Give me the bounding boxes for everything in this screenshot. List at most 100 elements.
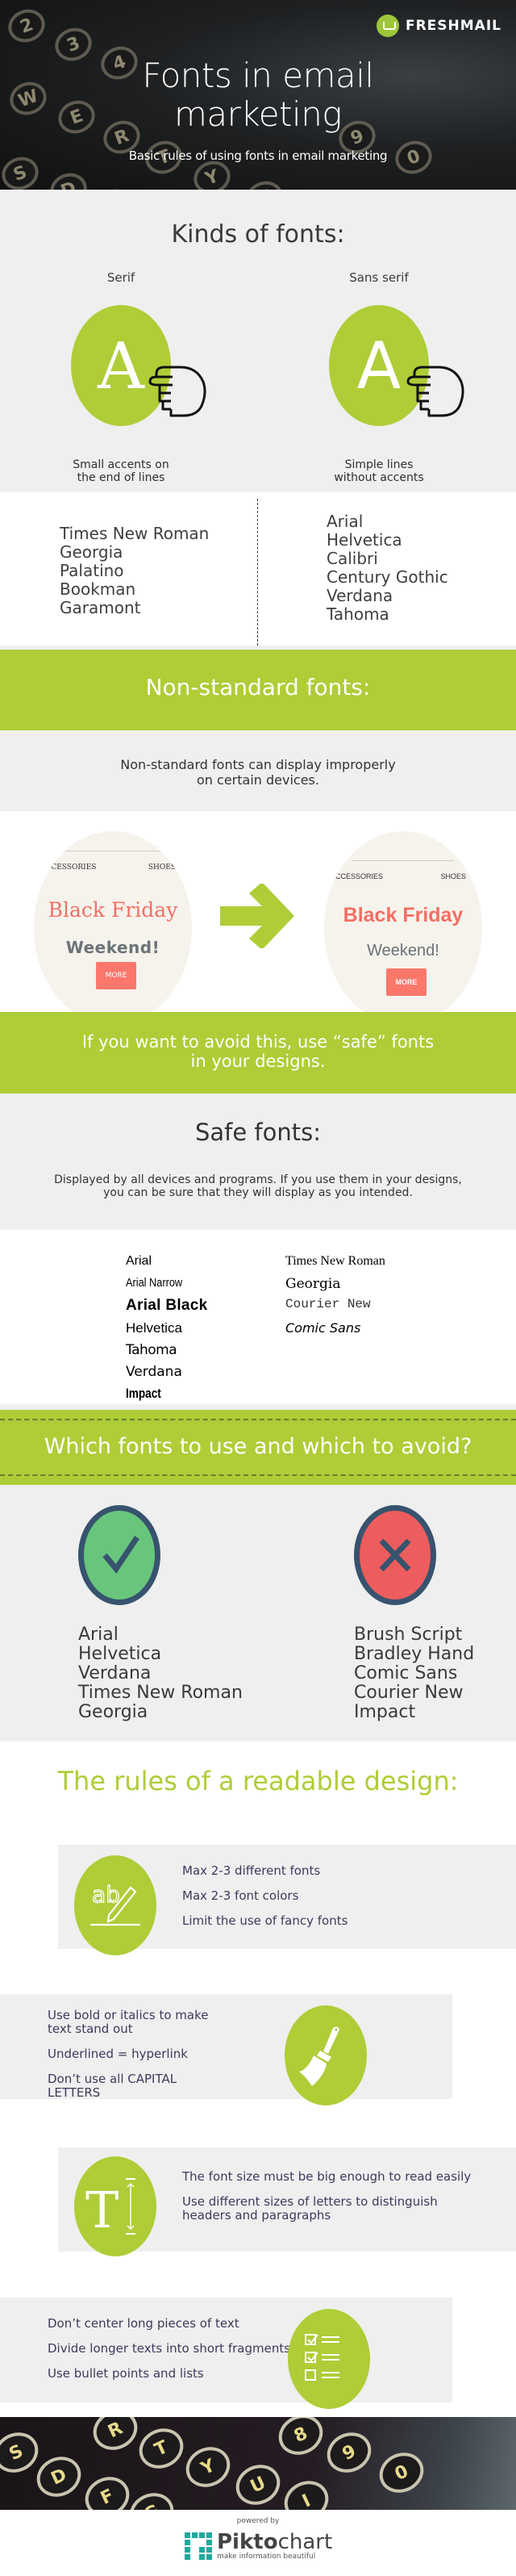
piktochart-grid-icon — [185, 2532, 212, 2560]
non-standard-banner: Non-standard fonts: — [0, 650, 516, 730]
list-item: Comic Sans — [354, 1663, 458, 1683]
divider-strip — [0, 1404, 516, 1410]
nav-shoes: SHOES — [148, 864, 176, 872]
safe-render-example: ACCESSORIES SHOES Black Friday Weekend! M… — [324, 831, 482, 1025]
piktochart-logo[interactable]: Piktochart make information beautiful — [185, 2532, 332, 2561]
pen-writing-icon: ab — [74, 1855, 156, 1955]
title-line-1: Fonts in email — [142, 56, 374, 95]
kind-desc-line: Small accents on — [73, 458, 169, 471]
checkmark-icon — [78, 1505, 160, 1605]
section-title: The rules of a readable design: — [57, 1766, 459, 1796]
rule-line: Underlined = hyperlink — [48, 2047, 188, 2061]
which-fonts-banner: Which fonts to use and which to avoid? — [0, 1410, 516, 1485]
safe-font-impact: Impact — [126, 1386, 161, 1401]
description-line: you can be sure that they will display a… — [103, 1186, 413, 1199]
typewriter-key: 2 — [3, 4, 50, 48]
subline: Weekend! — [367, 942, 439, 960]
typewriter-key: G — [123, 2486, 181, 2510]
page-title: Fonts in email marketing — [0, 56, 516, 134]
dashed-divider — [257, 499, 258, 646]
use-avoid-section: Arial Helvetica Verdana Times New Roman … — [0, 1485, 516, 1742]
rule-box: ab Max 2-3 different fonts Max 2-3 font … — [58, 1845, 516, 1955]
piktochart-wordmark: Piktochart — [217, 2532, 332, 2553]
list-item: Bookman — [60, 579, 136, 599]
list-item: Palatino — [60, 561, 124, 580]
section-title: Non-standard fonts: — [145, 674, 371, 700]
list-item: Helvetica — [327, 530, 402, 550]
nav-accessories: ACCESSORIES — [331, 872, 384, 880]
kind-label: Serif — [106, 270, 135, 285]
freshmail-logo[interactable]: FRESHMAIL — [376, 15, 501, 37]
rule-line: Use bullet points and lists — [48, 2366, 204, 2381]
kind-desc-line: Simple lines — [344, 458, 414, 471]
serif-kind: Serif A Small accents on the end of line… — [40, 270, 206, 484]
description-line: Displayed by all devices and programs. I… — [54, 1173, 462, 1186]
safe-font-arial-black: Arial Black — [126, 1297, 208, 1314]
list-item: Impact — [354, 1702, 416, 1722]
rule-box: Don’t center long pieces of text Divide … — [0, 2298, 452, 2409]
safe-font-georgia: Georgia — [285, 1276, 341, 1292]
list-item: Georgia — [78, 1702, 148, 1722]
typewriter-key: U — [241, 176, 288, 190]
checklist-icon — [288, 2309, 370, 2409]
paintbrush-icon — [285, 2005, 367, 2106]
safe-fonts-list: Arial Arial Narrow Arial Black Helvetica… — [0, 1230, 516, 1404]
nav-shoes: SHOES — [440, 872, 466, 880]
rule-line: Don’t center long pieces of text — [48, 2316, 239, 2331]
kind-label: Sans serif — [349, 270, 409, 285]
piktochart-tagline: make information beautiful — [217, 2553, 316, 2561]
rule-line: Limit the use of fancy fonts — [182, 1913, 348, 1928]
more-button[interactable]: MORE — [386, 968, 427, 996]
rendering-comparison: ACCESSORIES SHOES Black Friday Weekend! M… — [0, 811, 516, 1025]
typewriter-key: Y — [179, 2440, 237, 2494]
section-title: Which fonts to use and which to avoid? — [44, 1434, 472, 1459]
typewriter-key: T — [132, 2421, 190, 2476]
headline: Black Friday — [343, 904, 464, 926]
non-standard-description: Non-standard fonts can display improperl… — [0, 730, 516, 811]
typewriter-key: D — [30, 2449, 88, 2504]
envelope-icon — [376, 15, 399, 37]
serif-font-list: Times New Roman Georgia Palatino Bookman… — [60, 525, 209, 617]
pointing-hand-icon — [148, 366, 206, 417]
typewriter-key: U — [229, 2457, 287, 2510]
pointing-hand-icon — [406, 366, 464, 417]
rule-line: The font size must be big enough to read… — [182, 2169, 472, 2184]
list-item: Bradley Hand — [354, 1644, 475, 1664]
page-subtitle: Basic rules of using fonts in email mark… — [128, 148, 388, 163]
more-button[interactable]: MORE — [96, 962, 136, 989]
svg-text:T: T — [85, 2181, 119, 2239]
list-item: Courier New — [354, 1683, 464, 1703]
list-item: Arial — [327, 512, 364, 531]
safe-font-arial: Arial — [126, 1254, 152, 1268]
safe-font-arial-narrow: Arial Narrow — [126, 1276, 183, 1290]
sans-serif-kind: Sans serif A Simple lines without accent… — [298, 270, 464, 484]
kind-desc-line: the end of lines — [77, 471, 165, 484]
safe-font-helvetica: Helvetica — [126, 1320, 182, 1336]
kinds-of-fonts-section: Kinds of fonts: Serif A Small accents on… — [0, 190, 516, 492]
hero-header: 2 3 4 W E R S D F T Y U 9 0 FRESHMAIL Fo… — [0, 0, 516, 190]
rule-line: Don’t use all CAPITAL LETTERS — [48, 2072, 177, 2100]
list-item: Helvetica — [78, 1644, 162, 1664]
rule-line: Divide longer texts into short fragments — [48, 2341, 291, 2356]
title-line-2: marketing — [173, 94, 343, 134]
brand-light: chart — [277, 2530, 333, 2554]
fonts-to-use-list: Arial Helvetica Verdana Times New Roman … — [78, 1625, 243, 1722]
banner-line: in your designs. — [190, 1052, 326, 1071]
typewriter-key: 8 — [272, 2417, 330, 2462]
safe-fonts-banner: If you want to avoid this, use “safe” fo… — [0, 1012, 516, 1094]
safe-font-courier-new: Courier New — [285, 1297, 371, 1311]
typewriter-key: R — [86, 2417, 144, 2457]
rule-line: Max 2-3 different fonts — [182, 1863, 321, 1878]
list-item: Brush Script — [354, 1625, 463, 1645]
subline: Weekend! — [65, 938, 160, 957]
typewriter-key: 0 — [372, 2445, 431, 2500]
typewriter-footer-image: S D F R T G Y U I 8 9 0 — [0, 2417, 516, 2510]
list-item: Verdana — [327, 586, 393, 605]
svg-text:ab: ab — [92, 1881, 120, 1908]
rule-line: Use different sizes of letters to distin… — [182, 2194, 438, 2223]
section-title: Safe fonts: — [194, 1119, 322, 1146]
safe-font-times-new-roman: Times New Roman — [285, 1254, 385, 1268]
list-item: Georgia — [60, 542, 123, 562]
list-item: Times New Roman — [78, 1683, 243, 1703]
description-line: on certain devices. — [197, 772, 319, 788]
